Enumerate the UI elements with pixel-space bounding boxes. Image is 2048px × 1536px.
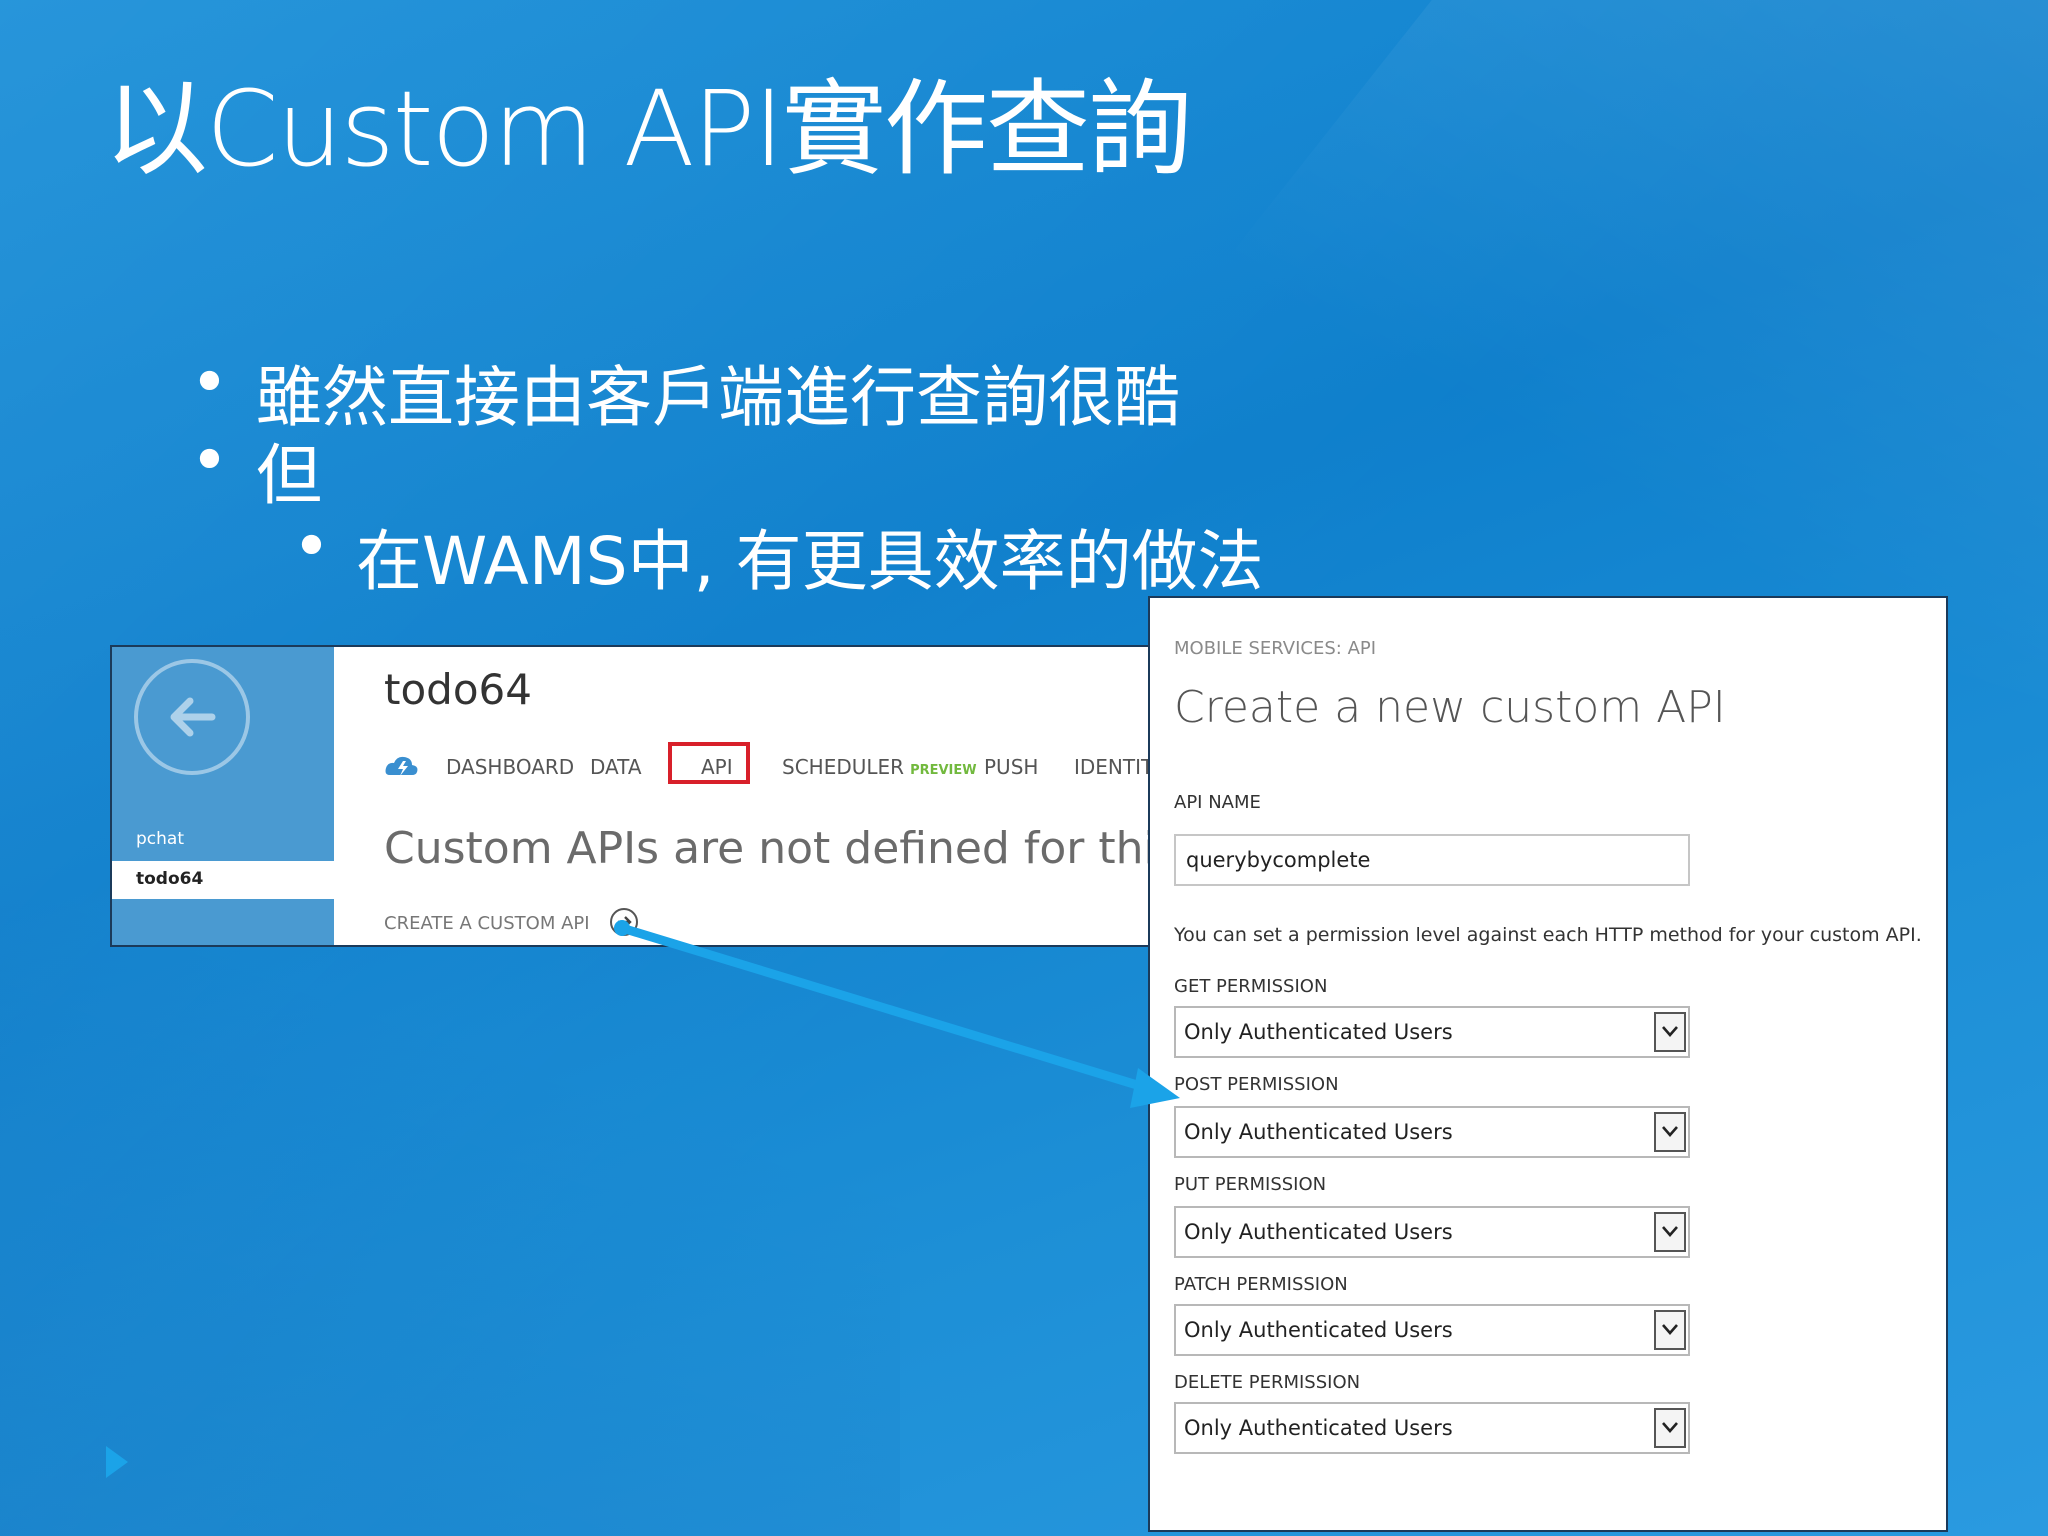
get-permission-label: GET PERMISSION <box>1174 976 1328 997</box>
api-name-input[interactable]: querybycomplete <box>1174 834 1690 886</box>
background-shape <box>0 900 900 1536</box>
sidebar-item-label: todo64 <box>136 869 204 889</box>
select-value: Only Authenticated Users <box>1184 1220 1453 1244</box>
back-button[interactable] <box>134 659 250 775</box>
select-value: Only Authenticated Users <box>1184 1416 1453 1440</box>
create-custom-api-link[interactable]: CREATE A CUSTOM API <box>384 913 590 934</box>
cloud-lightning-icon[interactable] <box>384 753 420 779</box>
select-value: Only Authenticated Users <box>1184 1318 1453 1342</box>
bullet-text: 但 <box>256 437 322 514</box>
tab-data[interactable]: DATA <box>590 755 642 779</box>
portal-sidebar: pchat todo64 <box>112 647 334 945</box>
delete-permission-label: DELETE PERMISSION <box>1174 1372 1361 1393</box>
select-value: Only Authenticated Users <box>1184 1120 1453 1144</box>
chevron-down-icon[interactable] <box>1654 1012 1686 1052</box>
dialog-title: Create a new custom API <box>1174 682 1726 733</box>
empty-state-message: Custom APIs are not defined for this mo <box>384 823 1148 874</box>
sidebar-item-pchat[interactable]: pchat <box>136 829 184 849</box>
arrow-right-icon <box>618 916 632 928</box>
post-permission-select[interactable]: Only Authenticated Users <box>1174 1106 1690 1158</box>
tab-push[interactable]: PUSH <box>984 755 1038 779</box>
bullet-dot: • <box>190 422 229 499</box>
chevron-down-icon[interactable] <box>1654 1408 1686 1448</box>
slide-title: 以Custom API實作查詢 <box>104 68 1192 190</box>
bullet-dot: • <box>190 344 229 421</box>
bullet-dot: • <box>292 508 331 585</box>
create-api-dialog: MOBILE SERVICES: API Create a new custom… <box>1148 596 1948 1532</box>
create-custom-api-button[interactable] <box>610 908 638 936</box>
delete-permission-select[interactable]: Only Authenticated Users <box>1174 1402 1690 1454</box>
breadcrumb: MOBILE SERVICES: API <box>1174 638 1377 659</box>
api-name-label: API NAME <box>1174 792 1261 813</box>
patch-permission-select[interactable]: Only Authenticated Users <box>1174 1304 1690 1356</box>
bullet-text: 在WAMS中, 有更具效率的做法 <box>356 523 1264 600</box>
patch-permission-label: PATCH PERMISSION <box>1174 1274 1348 1295</box>
bullet-item: • 雖然直接由客戶端進行查詢很酷 <box>190 344 1180 440</box>
service-name: todo64 <box>384 665 532 714</box>
put-permission-select[interactable]: Only Authenticated Users <box>1174 1206 1690 1258</box>
sub-bullet-item: • 在WAMS中, 有更具效率的做法 <box>292 508 1264 604</box>
tab-dashboard[interactable]: DASHBOARD <box>446 755 574 779</box>
permission-hint: You can set a permission level against e… <box>1174 924 1922 946</box>
put-permission-label: PUT PERMISSION <box>1174 1174 1327 1195</box>
tab-scheduler-label: SCHEDULER <box>782 755 905 779</box>
post-permission-label: POST PERMISSION <box>1174 1074 1339 1095</box>
select-value: Only Authenticated Users <box>1184 1020 1453 1044</box>
tab-identity[interactable]: IDENTITY <box>1074 755 1148 779</box>
preview-badge: PREVIEW <box>910 763 977 778</box>
tab-scheduler[interactable]: SCHEDULER PREVIEW <box>782 755 977 779</box>
back-arrow-icon <box>170 697 216 737</box>
sidebar-item-todo64[interactable]: todo64 <box>112 861 334 899</box>
chevron-down-icon[interactable] <box>1654 1212 1686 1252</box>
bullet-item: • 但 <box>190 422 322 518</box>
chevron-down-icon[interactable] <box>1654 1112 1686 1152</box>
play-icon[interactable] <box>104 1444 130 1480</box>
portal-screenshot: pchat todo64 todo64 DASHBOARD DATA API S… <box>110 645 1150 947</box>
chevron-down-icon[interactable] <box>1654 1310 1686 1350</box>
api-tab-highlight <box>668 742 750 784</box>
get-permission-select[interactable]: Only Authenticated Users <box>1174 1006 1690 1058</box>
bullet-text: 雖然直接由客戶端進行查詢很酷 <box>256 359 1180 436</box>
